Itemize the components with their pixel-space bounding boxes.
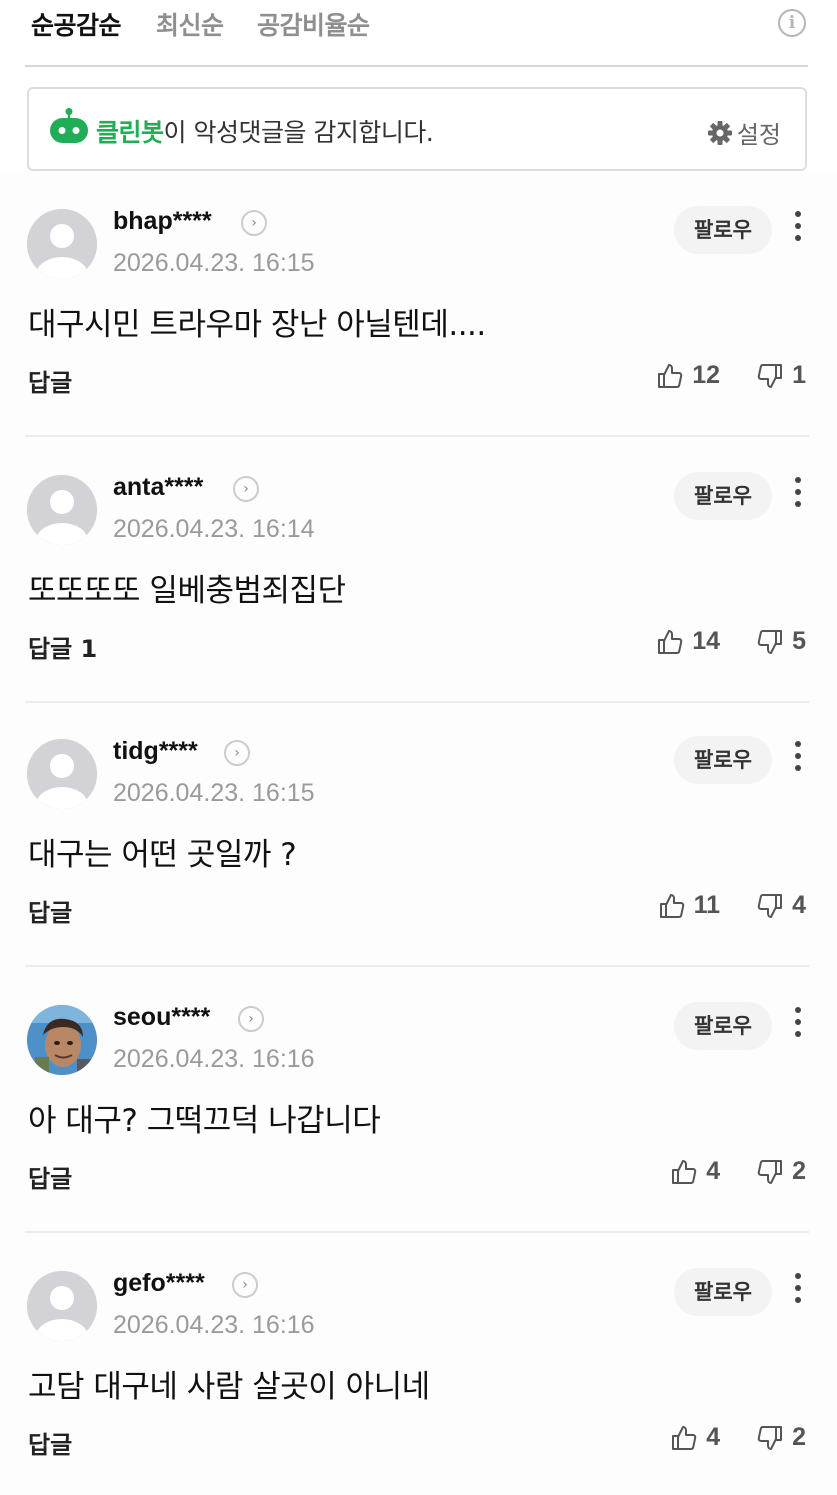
tab-sort-ratio[interactable]: 공감비율순 <box>257 6 370 42</box>
more-options-icon[interactable] <box>791 1007 805 1043</box>
username[interactable]: tidg**** <box>113 737 198 766</box>
thumbs-down-icon <box>757 893 783 918</box>
dislike-count: 2 <box>792 1157 806 1185</box>
settings-label: 설정 <box>736 121 781 149</box>
thumbs-down-icon <box>757 629 783 654</box>
reply-button[interactable]: 답글 <box>28 363 72 398</box>
dislike-count: 1 <box>792 361 806 389</box>
comment-text: 또또또또 일베충범죄집단 <box>28 573 346 609</box>
more-options-icon[interactable] <box>791 1273 805 1309</box>
chevron-right-icon[interactable]: › <box>224 740 250 766</box>
avatar[interactable] <box>27 1005 97 1075</box>
sort-bar: 순공감순 최신순 공감비율순 i <box>25 0 808 67</box>
username[interactable]: gefo**** <box>113 1269 205 1298</box>
follow-button[interactable]: 팔로우 <box>674 206 772 254</box>
dislike-button[interactable]: 2 <box>756 1157 806 1186</box>
like-button[interactable]: 4 <box>670 1157 720 1186</box>
more-options-icon[interactable] <box>791 741 805 777</box>
dislike-button[interactable]: 5 <box>756 627 806 656</box>
gear-icon <box>707 120 732 145</box>
thumbs-up-icon <box>658 629 683 654</box>
vote-group: 12 1 <box>656 361 806 390</box>
thumbs-down-icon <box>757 363 783 388</box>
chevron-right-icon[interactable]: › <box>241 210 267 236</box>
default-avatar-icon <box>27 475 97 545</box>
avatar[interactable] <box>27 209 97 279</box>
timestamp: 2026.04.23. 16:16 <box>113 1045 315 1073</box>
reply-button[interactable]: 답글 <box>28 893 72 928</box>
avatar[interactable] <box>27 739 97 809</box>
tab-sort-popular[interactable]: 순공감순 <box>31 6 122 42</box>
tab-sort-latest[interactable]: 최신순 <box>156 6 224 42</box>
thumbs-down-icon <box>757 1425 783 1450</box>
thumbs-up-icon <box>672 1425 697 1450</box>
comment-item: anta**** › 2026.04.23. 16:14 팔로우 또또또또 일베… <box>25 437 809 703</box>
timestamp: 2026.04.23. 16:15 <box>113 779 315 807</box>
comment-text: 아 대구? 그떡끄덕 나갑니다 <box>28 1103 381 1139</box>
comment-text: 대구시민 트라우마 장난 아닐텐데.... <box>28 307 486 343</box>
like-button[interactable]: 4 <box>670 1423 720 1452</box>
like-count: 11 <box>693 891 721 919</box>
thumbs-down-icon <box>757 1159 783 1184</box>
comment-list: bhap**** › 2026.04.23. 16:15 팔로우 대구시민 트라… <box>0 171 837 1495</box>
username[interactable]: seou**** <box>113 1003 210 1032</box>
comment-item: bhap**** › 2026.04.23. 16:15 팔로우 대구시민 트라… <box>25 171 809 437</box>
more-options-icon[interactable] <box>791 211 805 247</box>
avatar[interactable] <box>27 1271 97 1341</box>
cleanbot-settings-button[interactable]: 설정 <box>707 115 781 150</box>
avatar[interactable] <box>27 475 97 545</box>
cleanbot-description: 이 악성댓글을 감지합니다. <box>163 118 434 147</box>
username[interactable]: anta**** <box>113 473 203 502</box>
like-count: 12 <box>692 361 721 389</box>
info-icon[interactable]: i <box>778 9 806 37</box>
like-button[interactable]: 12 <box>656 361 720 390</box>
reply-button[interactable]: 답글 <box>28 1425 72 1460</box>
comment-item: gefo**** › 2026.04.23. 16:16 팔로우 고담 대구네 … <box>25 1233 809 1495</box>
default-avatar-icon <box>27 1271 97 1341</box>
default-avatar-icon <box>27 739 97 809</box>
vote-group: 14 5 <box>656 627 806 656</box>
follow-button[interactable]: 팔로우 <box>674 1002 772 1050</box>
timestamp: 2026.04.23. 16:15 <box>113 249 315 277</box>
comment-text: 고담 대구네 사람 살곳이 아니네 <box>28 1369 430 1405</box>
chevron-right-icon[interactable]: › <box>238 1006 264 1032</box>
dislike-count: 2 <box>792 1423 806 1451</box>
reply-button[interactable]: 답글 <box>28 1159 72 1194</box>
more-options-icon[interactable] <box>791 477 805 513</box>
chevron-right-icon[interactable]: › <box>232 1272 258 1298</box>
vote-group: 11 4 <box>658 891 806 920</box>
like-count: 14 <box>692 627 721 655</box>
thumbs-up-icon <box>658 363 683 388</box>
user-photo-avatar <box>27 1005 97 1075</box>
timestamp: 2026.04.23. 16:16 <box>113 1311 315 1339</box>
cleanbot-message: 클린봇이 악성댓글을 감지합니다. <box>96 113 434 149</box>
dislike-count: 4 <box>792 891 806 919</box>
dislike-count: 5 <box>792 627 806 655</box>
comment-text: 대구는 어떤 곳일까 ? <box>28 837 297 873</box>
cleanbot-brand: 클린봇 <box>96 118 164 147</box>
follow-button[interactable]: 팔로우 <box>674 736 772 784</box>
like-button[interactable]: 14 <box>656 627 720 656</box>
like-count: 4 <box>706 1157 721 1185</box>
dislike-button[interactable]: 4 <box>756 891 806 920</box>
comment-item: seou**** › 2026.04.23. 16:16 팔로우 아 대구? 그… <box>25 967 809 1233</box>
vote-group: 4 2 <box>670 1423 806 1452</box>
thumbs-up-icon <box>672 1159 697 1184</box>
like-button[interactable]: 11 <box>658 891 720 920</box>
follow-button[interactable]: 팔로우 <box>674 472 772 520</box>
cleanbot-banner: 클린봇이 악성댓글을 감지합니다. 설정 <box>27 87 807 171</box>
thumbs-up-icon <box>659 893 684 918</box>
timestamp: 2026.04.23. 16:14 <box>113 515 315 543</box>
like-count: 4 <box>706 1423 721 1451</box>
follow-button[interactable]: 팔로우 <box>674 1268 772 1316</box>
vote-group: 4 2 <box>670 1157 806 1186</box>
comment-item: tidg**** › 2026.04.23. 16:15 팔로우 대구는 어떤 … <box>25 701 809 967</box>
cleanbot-robot-icon <box>50 108 88 143</box>
username[interactable]: bhap**** <box>113 207 212 236</box>
chevron-right-icon[interactable]: › <box>233 476 259 502</box>
dislike-button[interactable]: 2 <box>756 1423 806 1452</box>
dislike-button[interactable]: 1 <box>756 361 806 390</box>
reply-button[interactable]: 답글 1 <box>28 629 97 664</box>
default-avatar-icon <box>27 209 97 279</box>
